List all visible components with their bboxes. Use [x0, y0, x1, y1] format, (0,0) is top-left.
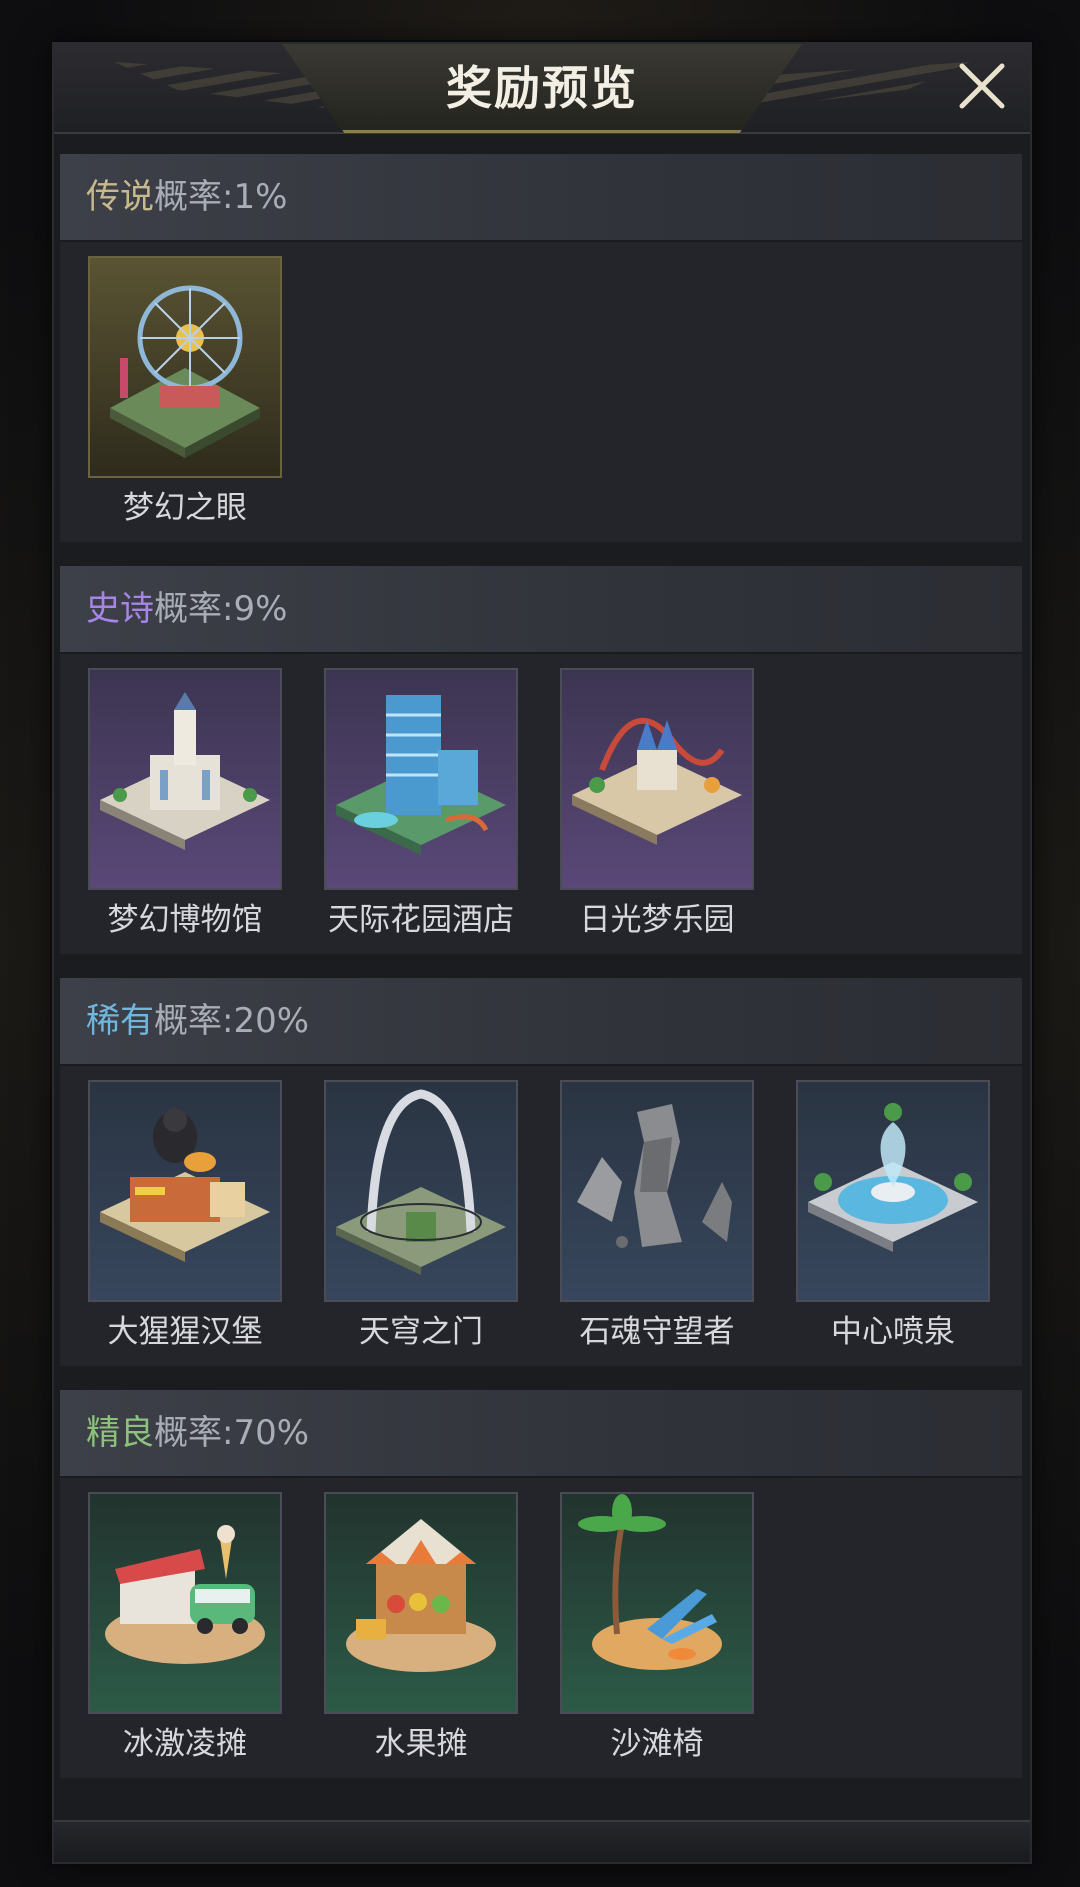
dialog-title: 奖励预览 — [446, 61, 638, 115]
amusement-park-icon — [572, 717, 742, 845]
rarity-name: 精良 — [86, 1413, 154, 1453]
hotel-tower-icon — [336, 695, 506, 855]
section-fine: 精良概率:70% 冰激凌摊 水果摊 沙滩椅 — [60, 1390, 1022, 1778]
item-name: 天际花园酒店 — [328, 902, 514, 938]
item-name: 日光梦乐园 — [579, 902, 735, 938]
section-header-rare: 稀有概率:20% — [60, 978, 1022, 1066]
item-name: 水果摊 — [374, 1726, 468, 1762]
stone-statue-icon — [577, 1104, 732, 1248]
section-label: 史诗概率:9% — [86, 566, 287, 652]
item-thumbnail — [324, 1492, 518, 1714]
item-name: 天穹之门 — [359, 1314, 483, 1350]
item-name: 梦幻之眼 — [123, 490, 247, 526]
rarity-rate: 概率:20% — [154, 1001, 310, 1041]
section-label: 稀有概率:20% — [86, 978, 309, 1064]
rarity-name: 传说 — [86, 177, 154, 217]
dialog-footer-strip — [54, 1820, 1030, 1862]
rarity-rate: 概率:1% — [154, 177, 288, 217]
item-thumbnail — [88, 1492, 282, 1714]
item-name: 冰激凌摊 — [123, 1726, 247, 1762]
ice-cream-stand-icon — [105, 1525, 265, 1664]
fruit-stand-icon — [346, 1519, 496, 1672]
item-name: 沙滩椅 — [610, 1726, 704, 1762]
ferris-wheel-icon — [110, 285, 260, 458]
reward-preview-dialog: 奖励预览 传说概率:1% 梦幻之眼 史诗概率:9% 梦幻博物馆 天际花园酒店 日… — [52, 42, 1032, 1864]
item-thumbnail — [324, 1080, 518, 1302]
title-bar: 奖励预览 — [54, 44, 1030, 134]
item-name: 大猩猩汉堡 — [107, 1314, 263, 1350]
section-rare: 稀有概率:20% 大猩猩汉堡 天穹之门 石魂守望者 中心喷泉 — [60, 978, 1022, 1366]
item-thumbnail — [88, 1080, 282, 1302]
item-thumbnail — [796, 1080, 990, 1302]
arch-gate-icon — [336, 1089, 506, 1275]
close-button[interactable] — [952, 56, 1012, 116]
item-name: 梦幻博物馆 — [107, 902, 263, 938]
rarity-name: 稀有 — [86, 1001, 154, 1041]
section-header-epic: 史诗概率:9% — [60, 566, 1022, 654]
item-thumbnail — [560, 1492, 754, 1714]
item-thumbnail — [560, 1080, 754, 1302]
beach-chair-icon — [578, 1494, 722, 1670]
section-epic: 史诗概率:9% 梦幻博物馆 天际花园酒店 日光梦乐园 — [60, 566, 1022, 954]
rarity-rate: 概率:70% — [154, 1413, 310, 1453]
section-label: 传说概率:1% — [86, 154, 287, 240]
gorilla-burger-icon — [100, 1108, 270, 1262]
item-thumbnail — [88, 668, 282, 890]
section-header-legendary: 传说概率:1% — [60, 154, 1022, 242]
item-thumbnail — [560, 668, 754, 890]
section-header-fine: 精良概率:70% — [60, 1390, 1022, 1478]
rarity-rate: 概率:9% — [154, 589, 288, 629]
close-icon — [959, 63, 1005, 109]
section-label: 精良概率:70% — [86, 1390, 309, 1476]
item-thumbnail — [324, 668, 518, 890]
fountain-icon — [808, 1103, 978, 1252]
item-name: 中心喷泉 — [831, 1314, 955, 1350]
museum-icon — [100, 692, 270, 850]
rarity-name: 史诗 — [86, 589, 154, 629]
item-thumbnail — [88, 256, 282, 478]
item-name: 石魂守望者 — [579, 1314, 735, 1350]
section-legendary: 传说概率:1% 梦幻之眼 — [60, 154, 1022, 542]
